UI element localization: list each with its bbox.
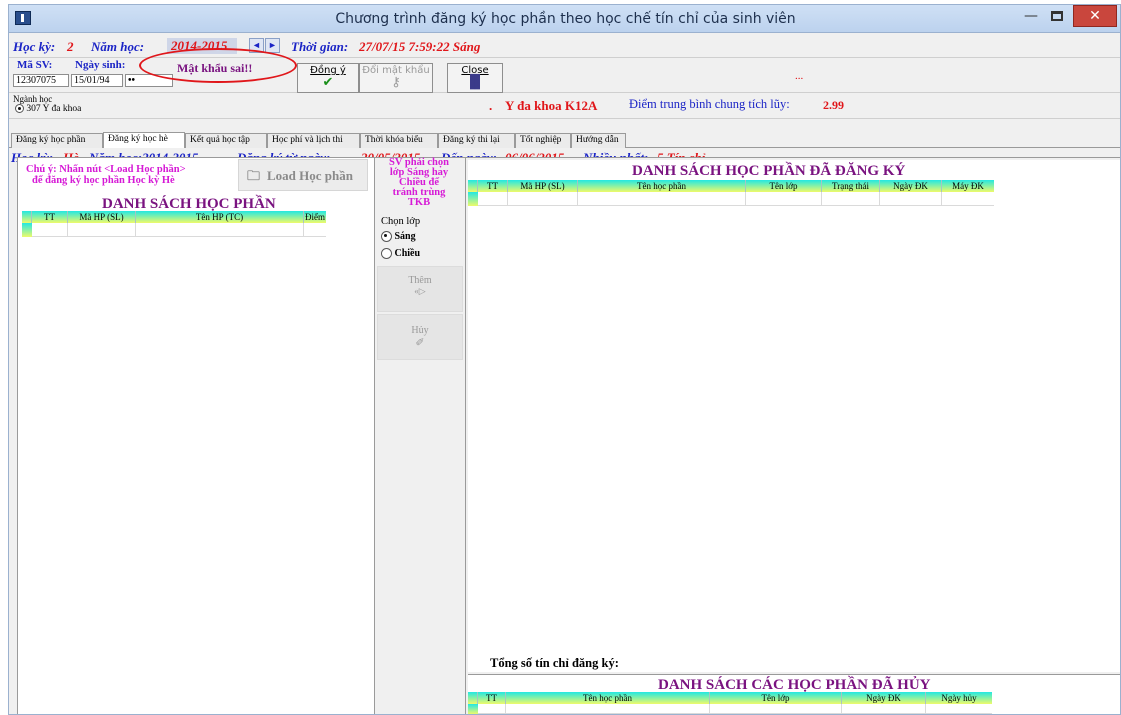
col-ten-hoc-phan: Tên học phần bbox=[578, 180, 746, 192]
nganh-hoc-value: 307 Y đa khoa bbox=[26, 104, 82, 114]
row-selector[interactable] bbox=[468, 192, 478, 206]
student-bar: Ngành học 307 Y đa khoa . Y đa khoa K12A… bbox=[9, 93, 1120, 119]
table-row[interactable] bbox=[468, 704, 992, 714]
close-button[interactable]: Close ▐▌ bbox=[447, 63, 503, 93]
sang-radio[interactable] bbox=[381, 231, 392, 243]
hoc-ky-value: 2 bbox=[67, 39, 74, 54]
col-ten-hoc-phan: Tên học phần bbox=[506, 692, 710, 704]
col-ten-hp: Tên HP (TC) bbox=[136, 211, 304, 223]
folder-icon: 🗀 bbox=[247, 168, 261, 183]
tab-ket-qua-hoc-tap[interactable]: Kết quả học tập bbox=[185, 133, 267, 148]
huy-label: Hủy bbox=[411, 325, 429, 336]
col-ten-lop: Tên lớp bbox=[710, 692, 842, 704]
add-arrow-icon: «▷ bbox=[414, 286, 426, 296]
them-button[interactable]: Thêm «▷ bbox=[377, 266, 463, 312]
thoi-gian-label: Thời gian: bbox=[291, 39, 349, 54]
row-selector[interactable] bbox=[22, 223, 32, 237]
hoc-ky-label: Học kỳ: bbox=[13, 39, 56, 54]
option-chieu-label: Chiều bbox=[394, 248, 421, 259]
col-ngay-dk: Ngày ĐK bbox=[880, 180, 942, 192]
close-window-button[interactable]: ✕ bbox=[1073, 5, 1117, 27]
gpa-label: Điểm trung bình chung tích lũy: bbox=[629, 97, 790, 111]
door-icon: ▐▌ bbox=[465, 75, 485, 90]
col-tt: TT bbox=[32, 211, 68, 223]
eraser-icon: ✐ bbox=[415, 337, 425, 349]
cancelled-courses-panel: DANH SÁCH CÁC HỌC PHẦN ĐÃ HỦY TT Tên học… bbox=[468, 674, 1120, 714]
app-window: Chương trình đăng ký học phần theo học c… bbox=[8, 4, 1121, 715]
cancelled-grid: TT Tên học phần Tên lớp Ngày ĐK Ngày hủy bbox=[468, 692, 992, 714]
nganh-hoc-radio[interactable] bbox=[15, 104, 24, 114]
next-year-button[interactable]: ► bbox=[265, 38, 280, 53]
tab-thoi-khoa-bieu[interactable]: Thời khóa biểu bbox=[360, 133, 438, 148]
minimize-button[interactable]: — bbox=[1018, 5, 1044, 27]
tab-bar: Đăng ký học phần Đăng ký học hè Kết quả … bbox=[9, 132, 1120, 148]
col-trang-thai: Trạng thái bbox=[822, 180, 880, 192]
maximize-button[interactable] bbox=[1044, 5, 1070, 27]
class-prefix: . bbox=[489, 98, 493, 113]
registered-area bbox=[468, 160, 1120, 672]
row-selector[interactable] bbox=[468, 704, 478, 714]
option-sang-label: Sáng bbox=[394, 231, 416, 242]
load-hoc-phan-button[interactable]: 🗀 Load Học phần bbox=[238, 159, 368, 191]
nganh-hoc-option[interactable]: 307 Y đa khoa bbox=[15, 104, 81, 114]
window-title: Chương trình đăng ký học phần theo học c… bbox=[335, 11, 796, 27]
total-credits-label: Tổng số tín chỉ đăng ký: bbox=[490, 656, 619, 670]
note-line-2: để đăng ký học phần Học kỳ Hè bbox=[32, 175, 175, 186]
col-tt: TT bbox=[478, 180, 508, 192]
thoi-gian-value: 27/07/15 7:59:22 Sáng bbox=[359, 39, 481, 54]
class-choice-panel: SV phải chọn lớp Sáng hay Chiều để tránh… bbox=[375, 157, 465, 714]
col-ma-hp: Mã HP (SL) bbox=[68, 211, 136, 223]
registered-title: DANH SÁCH HỌC PHẦN ĐÃ ĐĂNG KÝ bbox=[632, 163, 906, 179]
gpa-value: 2.99 bbox=[823, 98, 844, 112]
title-bar: Chương trình đăng ký học phần theo học c… bbox=[9, 5, 1120, 33]
table-row[interactable] bbox=[22, 223, 326, 237]
option-sang[interactable]: Sáng bbox=[381, 231, 416, 243]
registered-grid-header: TT Mã HP (SL) Tên học phần Tên lớp Trạng… bbox=[468, 180, 994, 192]
maximize-icon bbox=[1051, 11, 1063, 21]
checkmark-icon: ✔ bbox=[322, 75, 334, 90]
doi-mat-khau-button[interactable]: Đổi mật khẩu ⚷ bbox=[359, 63, 433, 93]
col-ngay-huy: Ngày hủy bbox=[941, 693, 977, 703]
tab-dang-ky-hoc-phan[interactable]: Đăng ký học phần bbox=[11, 133, 103, 148]
course-list-panel: Chú ý: Nhấn nút <Load Học phần> để đăng … bbox=[17, 157, 375, 714]
col-ma-hp: Mã HP (SL) bbox=[508, 180, 578, 192]
ngay-sinh-input[interactable]: 15/01/94 bbox=[71, 74, 123, 87]
ma-sv-label: Mã SV: bbox=[17, 59, 53, 71]
course-grid-header: TT Mã HP (SL) Tên HP (TC) Điểm bbox=[22, 211, 326, 223]
huy-button[interactable]: Hủy ✐ bbox=[377, 314, 463, 360]
tab-tot-nghiep[interactable]: Tốt nghiệp bbox=[515, 133, 571, 148]
class-choice-note: SV phải chọn lớp Sáng hay Chiều để tránh… bbox=[389, 157, 449, 208]
tab-hoc-phi-lich-thi[interactable]: Học phí và lịch thi bbox=[267, 133, 360, 148]
tab-dang-ky-hoc-he[interactable]: Đăng ký học hè bbox=[103, 132, 185, 148]
ma-sv-input[interactable]: 12307075 bbox=[13, 74, 69, 87]
key-icon: ⚷ bbox=[391, 75, 401, 90]
registered-grid: TT Mã HP (SL) Tên học phần Tên lớp Trạng… bbox=[468, 180, 994, 206]
chieu-radio[interactable] bbox=[381, 248, 392, 260]
status-ellipsis: ... bbox=[795, 70, 804, 82]
col-diem: Điểm bbox=[305, 212, 325, 222]
registered-courses-panel: DANH SÁCH HỌC PHẦN ĐÃ ĐĂNG KÝ TT Mã HP (… bbox=[465, 157, 1120, 714]
them-label: Thêm bbox=[408, 275, 432, 286]
table-row[interactable] bbox=[468, 192, 994, 206]
col-ten-lop: Tên lớp bbox=[746, 180, 822, 192]
col-ngay-dk: Ngày ĐK bbox=[842, 692, 926, 704]
note-line-1: Chú ý: Nhấn nút <Load Học phần> bbox=[26, 164, 186, 175]
course-grid: TT Mã HP (SL) Tên HP (TC) Điểm bbox=[22, 211, 326, 237]
class-name: Y đa khoa K12A bbox=[505, 98, 598, 113]
col-may-dk: Máy ĐK bbox=[952, 181, 984, 191]
dong-y-button[interactable]: Đồng ý ✔ bbox=[297, 63, 359, 93]
tab-huong-dan[interactable]: Hướng dẫn bbox=[571, 133, 626, 148]
error-highlight-circle bbox=[139, 48, 297, 83]
option-chieu[interactable]: Chiều bbox=[381, 248, 421, 260]
chon-lop-label: Chọn lớp bbox=[381, 216, 421, 227]
col-tt: TT bbox=[478, 692, 506, 704]
ngay-sinh-label: Ngày sinh: bbox=[75, 59, 126, 71]
load-hoc-phan-label: Load Học phần bbox=[267, 168, 353, 183]
cancelled-grid-header: TT Tên học phần Tên lớp Ngày ĐK Ngày hủy bbox=[468, 692, 992, 704]
nganh-hoc-label: Ngành học bbox=[13, 94, 53, 104]
nam-hoc-label: Năm học: bbox=[91, 39, 145, 54]
tab-dang-ky-thi-lai[interactable]: Đăng ký thi lại bbox=[438, 133, 515, 148]
